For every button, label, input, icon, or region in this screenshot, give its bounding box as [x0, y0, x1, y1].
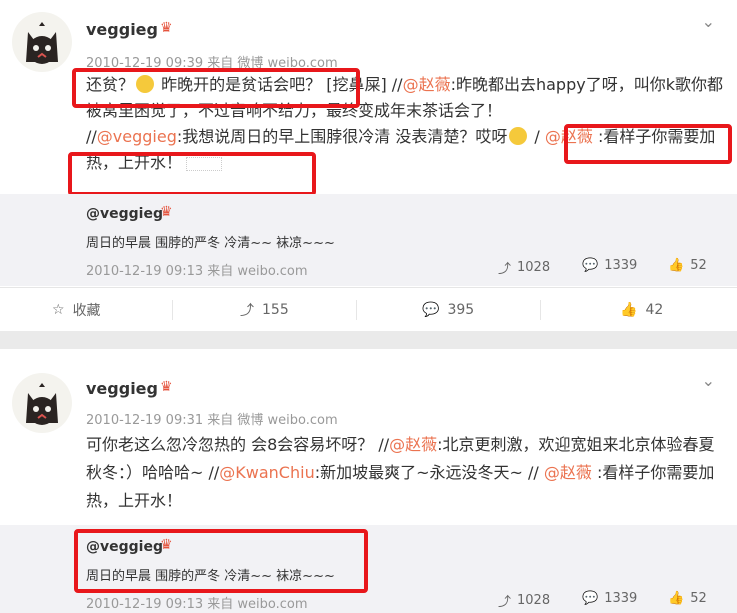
comment-button[interactable]: 💬 395	[422, 288, 474, 332]
emoji-icon	[509, 127, 528, 145]
chevron-down-icon[interactable]: ⌄	[702, 371, 715, 390]
username[interactable]: veggieg	[86, 20, 158, 39]
avatar[interactable]	[12, 373, 72, 433]
like-button[interactable]: 👍 42	[620, 288, 663, 332]
highlight-box	[68, 152, 316, 196]
quote-like-stat[interactable]: 👍 52	[668, 591, 707, 606]
quote-repost-stat[interactable]: ⤴ 1028	[498, 258, 550, 277]
text-seg: /	[529, 127, 545, 146]
repost-button[interactable]: ⤴ 155	[240, 288, 289, 332]
quote-repost-stat[interactable]: ⤴ 1028	[498, 591, 550, 610]
comment-icon: 💬	[582, 591, 599, 606]
vip-badge-icon: ♛	[160, 379, 173, 395]
stat-value: 1028	[517, 593, 551, 608]
like-count: 42	[645, 302, 664, 318]
favorite-button[interactable]: ☆ 收藏	[52, 288, 101, 332]
thumbs-up-icon: 👍	[668, 258, 685, 273]
divider	[172, 300, 173, 320]
mention-link[interactable]: @KwanChiu	[219, 463, 314, 482]
highlight-box	[74, 529, 368, 593]
weibo-post-1: veggieg ♛ 2010-12-19 09:39 来自 微博 weibo.c…	[0, 0, 737, 332]
mention-link[interactable]: @赵薇	[389, 435, 437, 454]
text-seg: :新加坡最爽了~永远没冬天~ //	[314, 463, 544, 482]
quote-like-stat[interactable]: 👍 52	[668, 258, 707, 273]
comment-count: 395	[447, 302, 475, 318]
thumbs-up-icon: 👍	[668, 591, 685, 606]
text-seg: //	[86, 127, 97, 146]
highlight-box	[564, 124, 732, 164]
divider	[540, 300, 541, 320]
quote-meta: 2010-12-19 09:13 来自 weibo.com	[86, 264, 308, 279]
thumbs-up-icon: 👍	[620, 302, 638, 318]
stat-value: 52	[690, 591, 707, 606]
quote-comment-stat[interactable]: 💬 1339	[582, 591, 637, 606]
star-icon: ☆	[52, 302, 65, 318]
cat-avatar	[26, 22, 58, 64]
stat-value: 1339	[604, 258, 638, 273]
vip-badge-icon: ♛	[160, 204, 173, 220]
repost-icon: ⤴	[498, 595, 512, 610]
mention-link[interactable]: @veggieg	[97, 127, 177, 146]
mention-link[interactable]: @赵薇	[403, 75, 451, 94]
quoted-post[interactable]: @veggieg ♛ 周日的早晨 围脖的严冬 冷清~~ 袜凉~~~ 2010-1…	[0, 194, 737, 286]
post-toolbar: ☆ 收藏 ⤴ 155 💬 395 👍 42	[0, 287, 737, 332]
divider	[356, 300, 357, 320]
repost-icon: ⤴	[240, 303, 254, 319]
stat-value: 52	[690, 258, 707, 273]
chevron-down-icon[interactable]: ⌄	[702, 12, 715, 31]
mention-link[interactable]: @赵薇	[544, 463, 592, 482]
post-meta: 2010-12-19 09:31 来自 微博 weibo.com	[86, 413, 338, 428]
post-body: 可你老这么忽冷忽热的 会8会容易坏呀？ //@赵薇:北京更刺激，欢迎宽姐来北京体…	[86, 431, 726, 515]
quote-text: 周日的早晨 围脖的严冬 冷清~~ 袜凉~~~	[86, 236, 335, 251]
vip-badge-icon: ♛	[160, 20, 173, 36]
avatar[interactable]	[12, 12, 72, 72]
comment-icon: 💬	[422, 302, 440, 318]
username[interactable]: veggieg	[86, 379, 158, 398]
comment-icon: 💬	[582, 258, 599, 273]
text-seg: :我想说周日的早上围脖很冷清 没表清楚？哎呀	[176, 127, 508, 146]
weibo-post-2: veggieg ♛ 2010-12-19 09:31 来自 微博 weibo.c…	[0, 349, 737, 613]
stat-value: 1028	[517, 260, 551, 275]
text-seg: 可你老这么忽冷忽热的 会8会容易坏呀？ //	[86, 435, 390, 454]
repost-icon: ⤴	[498, 262, 512, 277]
quote-username[interactable]: @veggieg	[86, 206, 163, 222]
quote-comment-stat[interactable]: 💬 1339	[582, 258, 637, 273]
cat-avatar	[26, 383, 58, 425]
stat-value: 1339	[604, 591, 638, 606]
highlight-box	[72, 68, 360, 108]
quote-meta: 2010-12-19 09:13 来自 weibo.com	[86, 597, 308, 612]
repost-count: 155	[262, 302, 289, 318]
favorite-label: 收藏	[72, 303, 101, 319]
feed-divider	[0, 331, 737, 349]
